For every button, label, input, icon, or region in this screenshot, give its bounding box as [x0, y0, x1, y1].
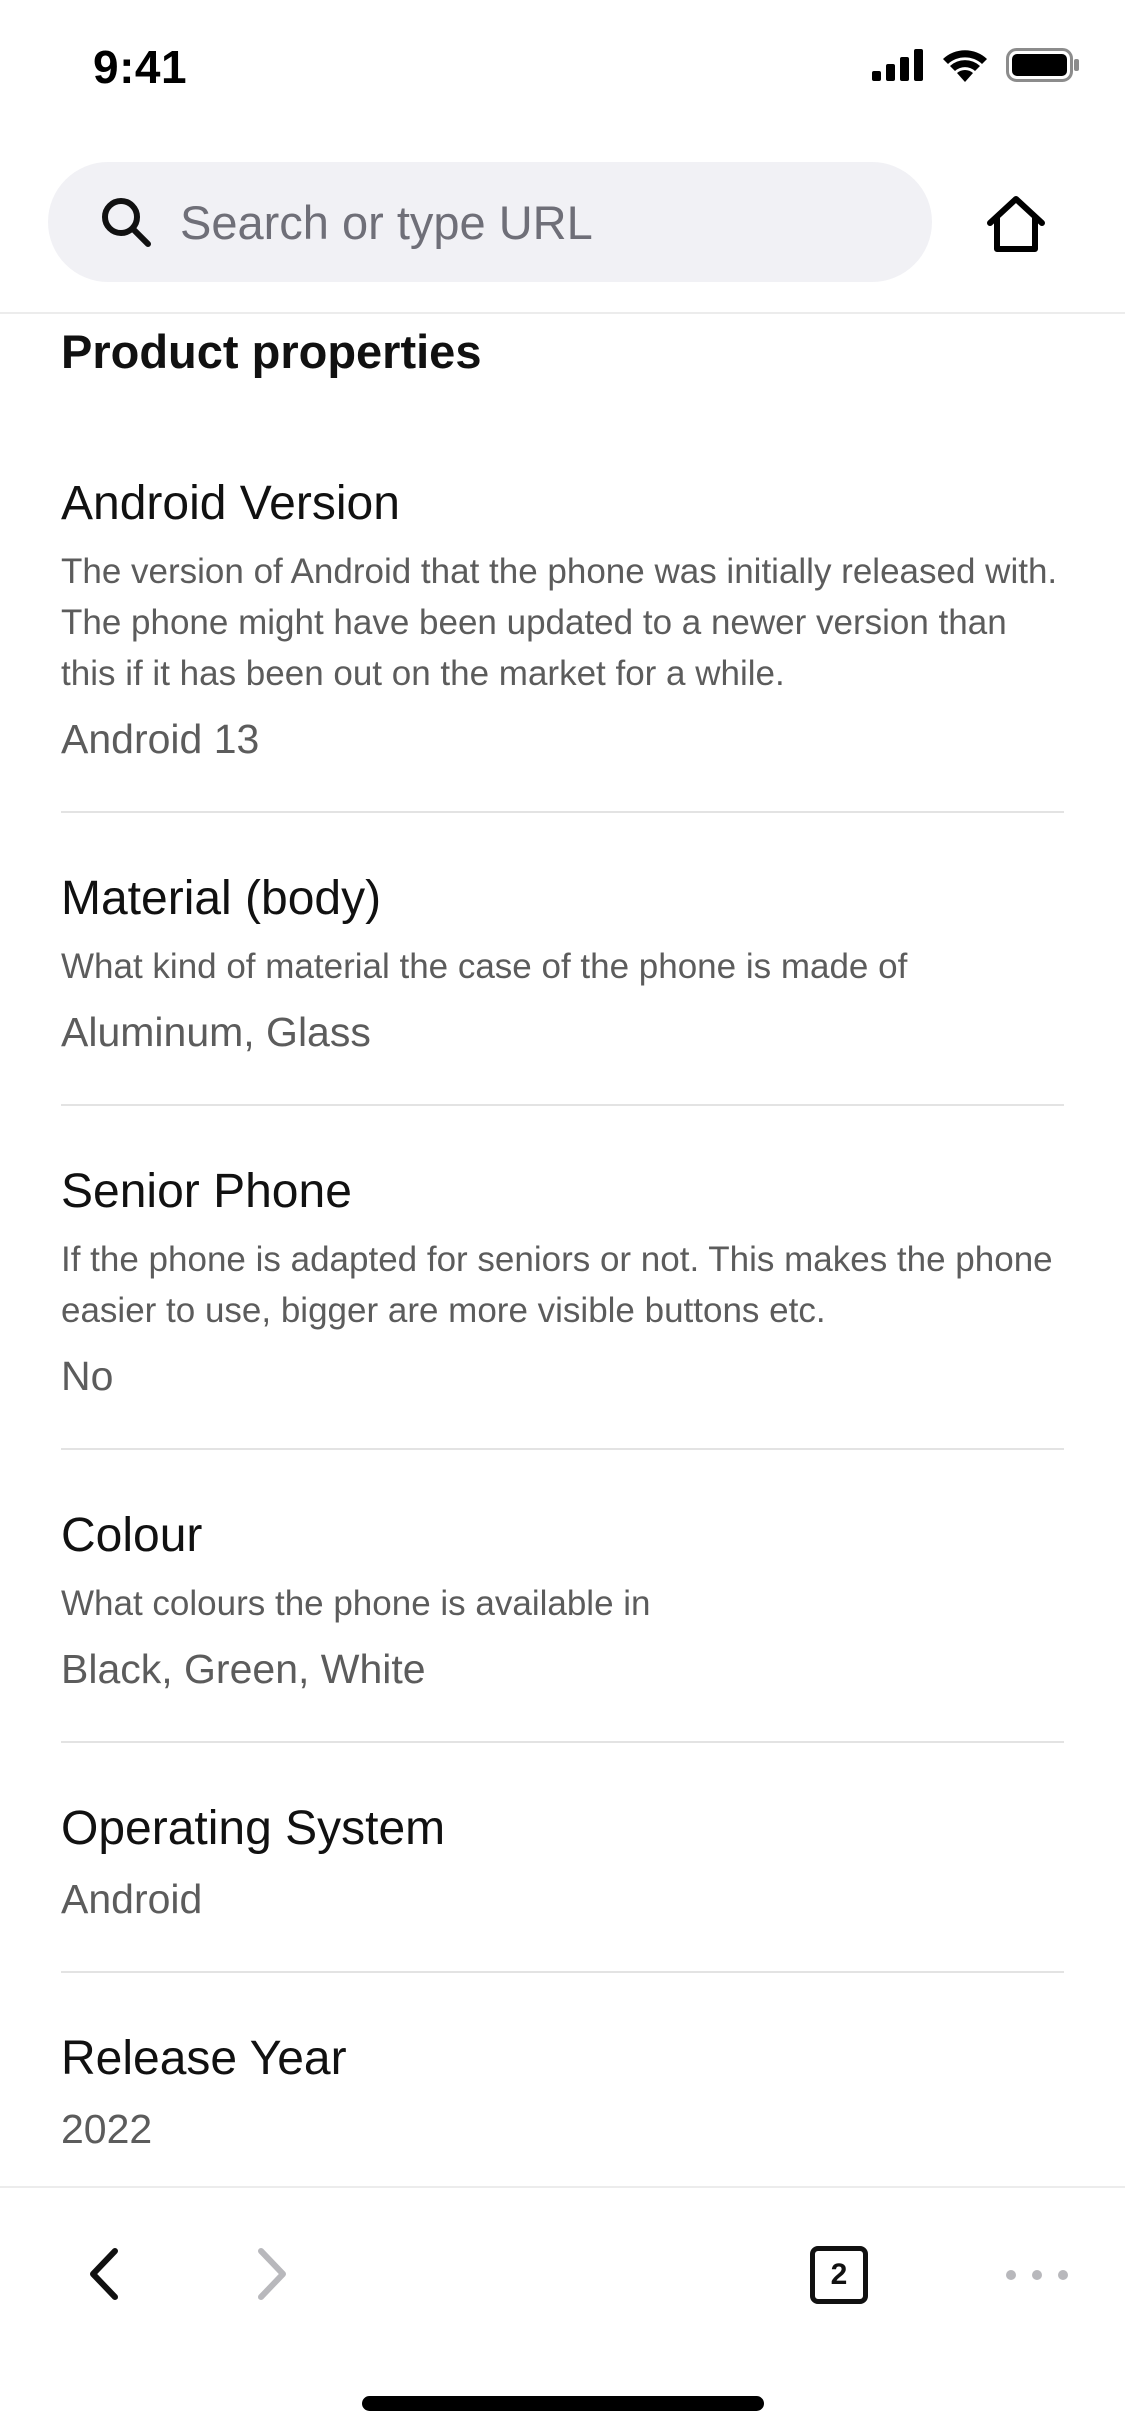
property-value: Black, Green, White — [61, 1646, 426, 1692]
property-value: Android — [61, 1876, 203, 1922]
battery-icon — [1006, 48, 1080, 87]
chevron-left-icon — [87, 2247, 121, 2306]
divider — [61, 1741, 1064, 1743]
search-icon — [98, 194, 154, 250]
tabs-button[interactable]: 2 — [806, 2242, 872, 2308]
chevron-right-icon — [255, 2247, 289, 2306]
divider — [61, 1971, 1064, 1973]
divider — [61, 1104, 1064, 1106]
more-dots-icon — [1006, 2270, 1068, 2280]
home-icon — [984, 193, 1048, 260]
status-time: 9:41 — [93, 41, 188, 93]
url-bar[interactable] — [48, 162, 932, 282]
divider — [61, 811, 1064, 813]
property-name: Senior Phone — [61, 1165, 352, 1218]
property-name: Operating System — [61, 1802, 446, 1855]
property-value: 2022 — [61, 2106, 153, 2152]
property-item: Release Year 2022 — [61, 2029, 1064, 2155]
back-button[interactable] — [74, 2226, 134, 2326]
status-icons — [872, 48, 1080, 87]
status-bar: 9:41 — [0, 0, 1125, 140]
property-name: Colour — [61, 1509, 203, 1562]
tabs-icon: 2 — [810, 2246, 868, 2304]
divider — [61, 1448, 1064, 1450]
more-button[interactable] — [982, 2248, 1092, 2302]
property-description: What colours the phone is available in — [61, 1584, 651, 1623]
property-item: Senior Phone If the phone is adapted for… — [61, 1162, 1064, 1450]
property-description: The version of Android that the phone wa… — [61, 552, 1058, 693]
property-item: Colour What colours the phone is availab… — [61, 1506, 1064, 1743]
wifi-icon — [942, 48, 988, 87]
home-indicator — [362, 2396, 764, 2411]
property-item: Operating System Android — [61, 1799, 1064, 1973]
cellular-signal-icon — [872, 49, 924, 86]
property-name: Android Version — [61, 477, 400, 530]
property-list: Android Version The version of Android t… — [61, 474, 1064, 2155]
property-value: Aluminum, Glass — [61, 1009, 371, 1055]
search-input[interactable] — [178, 193, 882, 251]
property-value: Android 13 — [61, 716, 260, 762]
property-name: Release Year — [61, 2032, 347, 2085]
section-title: Product properties — [61, 325, 482, 378]
property-description: If the phone is adapted for seniors or n… — [61, 1240, 1053, 1330]
home-button[interactable] — [976, 186, 1056, 266]
property-item: Android Version The version of Android t… — [61, 474, 1064, 813]
property-description: What kind of material the case of the ph… — [61, 947, 908, 986]
property-item: Material (body) What kind of material th… — [61, 869, 1064, 1106]
forward-button[interactable] — [242, 2226, 302, 2326]
property-name: Material (body) — [61, 872, 382, 925]
page-content: Product properties Android Version The v… — [0, 314, 1125, 2186]
property-value: No — [61, 1353, 114, 1399]
